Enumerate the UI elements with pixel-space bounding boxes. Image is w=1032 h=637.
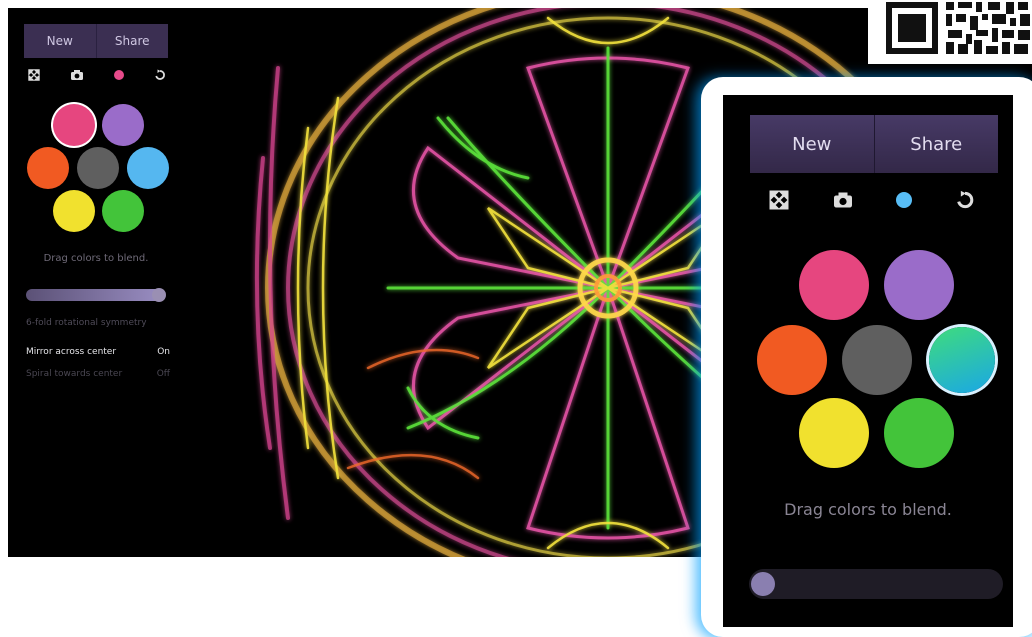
color-swatch-gray-large[interactable] (842, 325, 912, 395)
color-swatch-orange-large[interactable] (757, 325, 827, 395)
new-button[interactable]: New (24, 24, 97, 58)
symmetry-slider[interactable] (26, 288, 166, 302)
camera-icon[interactable] (70, 69, 84, 81)
symmetry-slider-large[interactable] (749, 569, 1003, 599)
color-swatch-green-large[interactable] (884, 398, 954, 468)
slider-knob[interactable] (152, 288, 166, 302)
zoomed-settings-panel: New Share Drag colors to blend. (723, 95, 1013, 627)
undo-icon[interactable] (154, 69, 166, 81)
color-swatch-gray[interactable] (77, 147, 119, 189)
color-swatch-blue-large[interactable] (929, 327, 995, 393)
spiral-option[interactable]: Spiral towards center Off (26, 369, 170, 379)
zoomed-action-buttons: New Share (750, 115, 998, 173)
color-swatch-blue[interactable] (127, 147, 169, 189)
blend-hint-large: Drag colors to blend. (784, 500, 952, 519)
zoomed-panel-callout: New Share Drag colors to blend. (701, 77, 1032, 637)
blend-hint: Drag colors to blend. (43, 253, 149, 264)
fullscreen-icon[interactable] (769, 190, 789, 210)
color-swatch-orange[interactable] (27, 147, 69, 189)
color-dot-icon[interactable] (114, 70, 124, 80)
share-button[interactable]: Share (96, 24, 168, 58)
settings-panel: New Share Drag colors to blend. 6-fold r… (16, 16, 176, 406)
symmetry-label: 6-fold rotational symmetry (26, 318, 147, 328)
fullscreen-icon[interactable] (28, 69, 40, 81)
color-swatch-purple[interactable] (102, 104, 144, 146)
share-button-large[interactable]: Share (874, 115, 998, 173)
action-buttons: New Share (24, 24, 168, 58)
color-swatch-purple-large[interactable] (884, 250, 954, 320)
camera-icon[interactable] (832, 191, 854, 209)
mirror-toggle[interactable]: On (157, 347, 170, 357)
new-button-large[interactable]: New (750, 115, 875, 173)
spiral-label: Spiral towards center (26, 369, 123, 379)
color-swatch-pink-large[interactable] (799, 250, 869, 320)
color-dot-icon[interactable] (896, 192, 913, 208)
spiral-toggle[interactable]: Off (157, 369, 170, 379)
slider-knob-large[interactable] (751, 572, 775, 596)
color-swatch-green[interactable] (102, 190, 144, 232)
mirror-option[interactable]: Mirror across center On (26, 347, 170, 357)
color-swatch-yellow-large[interactable] (799, 398, 869, 468)
color-swatch-yellow[interactable] (53, 190, 95, 232)
zoomed-tool-icons (769, 189, 975, 211)
qr-code-pattern (884, 0, 1030, 58)
mirror-label: Mirror across center (26, 347, 117, 357)
tool-icons (28, 68, 166, 82)
undo-icon[interactable] (955, 190, 975, 210)
color-swatch-pink[interactable] (53, 104, 95, 146)
qr-code (868, 0, 1032, 64)
